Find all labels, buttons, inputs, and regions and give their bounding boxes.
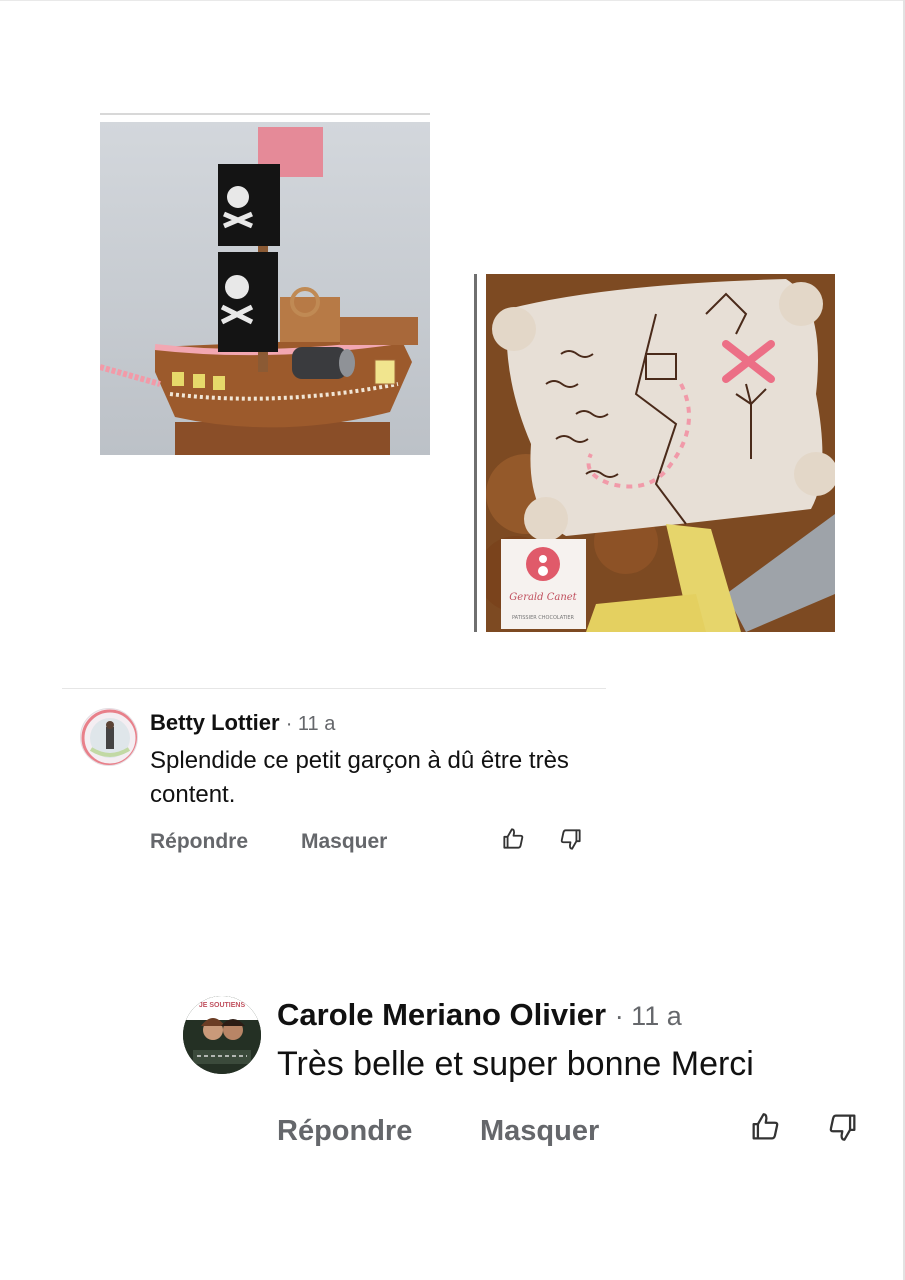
pirate-ship-photo[interactable] [100,122,430,455]
author-name[interactable]: Betty Lottier [150,710,280,735]
avatar[interactable] [80,708,138,766]
hide-button[interactable]: Masquer [480,1115,599,1148]
thumbs-up-icon[interactable] [748,1110,782,1144]
comment-header: Betty Lottier · 11 a [150,710,335,736]
comment-text: Splendide ce petit garçon à dû être très… [150,747,569,808]
hide-button[interactable]: Masquer [301,830,387,854]
comment-text: Très belle et super bonne Merci [277,1045,754,1083]
comment-header: Carole Meriano Olivier · 11 a [277,997,682,1033]
author-name[interactable]: Carole Meriano Olivier [277,997,606,1032]
reply-button[interactable]: Répondre [277,1115,412,1148]
thumbs-down-icon[interactable] [558,826,584,852]
avatar[interactable]: JE SOUTIENS [183,996,261,1074]
gerald-canet-logo-text: Gerald Canet [509,592,577,603]
treasure-map-photo[interactable]: Gerald Canet PATISSIER CHOCOLATIER [486,274,835,632]
photo-left-edge [474,274,477,632]
photo-top-edge [100,113,430,115]
comment-time[interactable]: · 11 a [286,713,336,735]
logo-subtitle: PATISSIER CHOCOLATIER [512,615,575,621]
comment-time[interactable]: · 11 a [615,1001,682,1031]
reply-button[interactable]: Répondre [150,830,248,854]
thumbs-up-icon[interactable] [500,826,526,852]
comments-divider [62,688,606,689]
thumbs-down-icon[interactable] [826,1110,860,1144]
top-border [0,0,905,1]
avatar-banner-text: JE SOUTIENS [199,1002,246,1009]
